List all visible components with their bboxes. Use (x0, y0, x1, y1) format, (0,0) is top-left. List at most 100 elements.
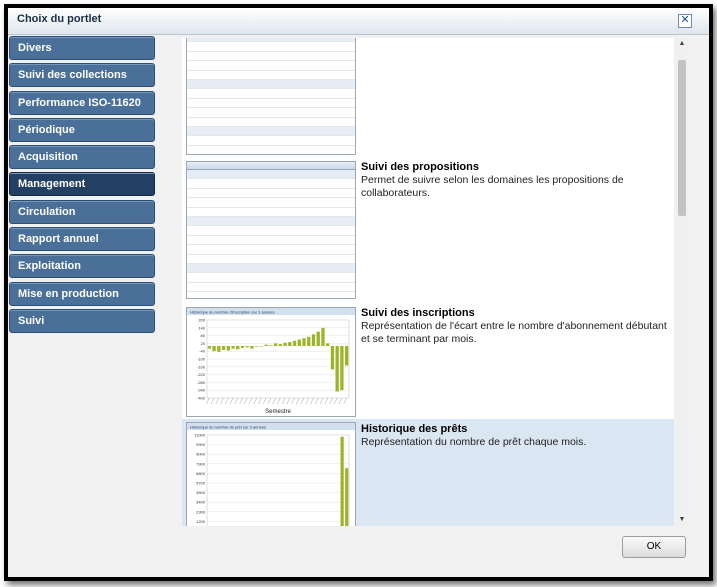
portlet-list-scrollbar[interactable]: ▲ ▼ (676, 38, 688, 526)
portlet-title: Historique des prêts (361, 423, 468, 435)
bar (221, 346, 226, 350)
thumbnail-row (187, 42, 355, 52)
y-tick-label: -220 (197, 372, 206, 377)
scroll-up-icon[interactable]: ▲ (676, 38, 688, 50)
y-tick-label: -100 (197, 357, 206, 362)
chart-title: Historique du nombre d'inscription sur 3… (190, 310, 275, 315)
thumbnail-row (187, 189, 355, 199)
sidebar-item[interactable]: Mise en production (9, 281, 155, 306)
y-tick-label: 200 (198, 318, 205, 323)
thumbnail-row (187, 236, 355, 246)
y-tick-label: -40 (199, 349, 206, 354)
plot-area (206, 434, 350, 526)
bar (311, 334, 316, 346)
bar (288, 342, 292, 346)
scrollbar-thumb[interactable] (678, 60, 686, 216)
bar (307, 336, 311, 346)
x-tick-mark (210, 397, 215, 405)
x-tick-mark (220, 397, 224, 405)
y-tick-label: 11000 (194, 433, 206, 438)
bar (316, 331, 320, 346)
thumbnail-row (187, 52, 355, 62)
bar (255, 346, 259, 347)
bar (297, 339, 301, 346)
thumbnail-row (187, 99, 355, 109)
sidebar-item[interactable]: Rapport annuel (9, 227, 155, 252)
x-tick-mark (286, 397, 291, 405)
portlet-description: Permet de suivre selon les domaines les … (361, 174, 624, 199)
sidebar-item[interactable]: Suivi des collections (9, 63, 155, 88)
bar (273, 343, 278, 346)
portlet-item-historique-prets[interactable]: Historique du nombre de prêt sur 3 année… (182, 419, 674, 526)
bar (236, 346, 240, 350)
y-tick-label: 3400 (196, 500, 206, 505)
thumbnail-row (187, 226, 355, 236)
portlet-thumbnail-top[interactable] (186, 38, 356, 155)
thumbnail-row (187, 136, 355, 146)
x-tick-mark (206, 397, 210, 405)
sidebar-item[interactable]: Circulation (9, 199, 155, 224)
bar (340, 346, 344, 391)
y-tick-label: 2300 (196, 509, 206, 514)
x-tick-mark (277, 397, 281, 405)
sidebar-item[interactable]: Management (9, 172, 155, 197)
bar (283, 342, 287, 346)
prets-chart: Historique du nombre de prêt sur 3 année… (187, 423, 355, 526)
thumbnail-row (187, 216, 355, 227)
thumbnail-row (187, 170, 355, 180)
y-tick-label: 140 (198, 325, 205, 330)
bar (240, 346, 245, 348)
y-tick-label: -160 (197, 364, 206, 369)
thumbnail-row (187, 179, 355, 189)
bar (269, 345, 273, 346)
sidebar-item[interactable]: Périodique (9, 117, 155, 142)
scroll-down-icon[interactable]: ▼ (676, 514, 688, 526)
close-icon[interactable]: ✕ (678, 14, 692, 28)
thumbnail-row (187, 292, 355, 298)
y-tick-label: 6800 (196, 471, 206, 476)
portlet-thumbnail (186, 161, 356, 299)
thumbnail-row (187, 89, 355, 99)
thumbnail-row (187, 71, 355, 80)
portlet-item-inscriptions[interactable]: Historique du nombre d'inscription sur 3… (182, 303, 674, 417)
portlet-item-propositions[interactable]: Suivi des propositions Permet de suivre … (182, 157, 674, 299)
x-tick-mark (300, 397, 305, 405)
bar (212, 346, 216, 352)
bar (335, 346, 339, 392)
bar (340, 436, 344, 526)
dialog-title: Choix du portlet (17, 13, 102, 25)
x-tick-mark (244, 397, 248, 405)
x-tick-mark (329, 397, 333, 405)
x-tick-mark (324, 397, 328, 405)
sidebar-item[interactable]: Exploitation (9, 254, 155, 279)
sidebar-item[interactable]: Suivi (9, 308, 155, 333)
x-tick-mark (258, 397, 262, 405)
portlet-thumbnail: Historique du nombre d'inscription sur 3… (186, 307, 356, 417)
y-tick-label: 9900 (196, 442, 206, 447)
thumbnail-row (187, 198, 355, 208)
portlet-title: Suivi des inscriptions (361, 307, 475, 319)
y-tick-label: 7900 (196, 461, 206, 466)
sidebar-item[interactable]: Divers (9, 36, 155, 60)
bar (321, 327, 325, 346)
thumbnail-row (187, 255, 355, 264)
x-tick-mark (296, 397, 300, 405)
x-tick-mark (234, 397, 238, 405)
y-tick-label: 20 (201, 341, 206, 346)
thumbnail-row (187, 273, 355, 283)
x-tick-mark (239, 397, 243, 405)
sidebar-item[interactable]: Performance ISO-11620 (9, 90, 155, 115)
x-tick-mark (225, 397, 229, 405)
bar (226, 346, 230, 351)
bar (264, 344, 268, 346)
bar (302, 338, 306, 346)
sidebar-item[interactable]: Acquisition (9, 145, 155, 170)
thumbnail-row (187, 126, 355, 137)
y-tick-label: 4500 (196, 490, 206, 495)
x-tick-mark (272, 397, 276, 405)
x-tick-mark (319, 397, 324, 405)
ok-button[interactable]: OK (622, 536, 686, 558)
portlet-list[interactable]: Suivi des propositions Permet de suivre … (182, 38, 674, 526)
x-tick-mark (305, 397, 309, 405)
x-tick-mark (262, 397, 267, 405)
